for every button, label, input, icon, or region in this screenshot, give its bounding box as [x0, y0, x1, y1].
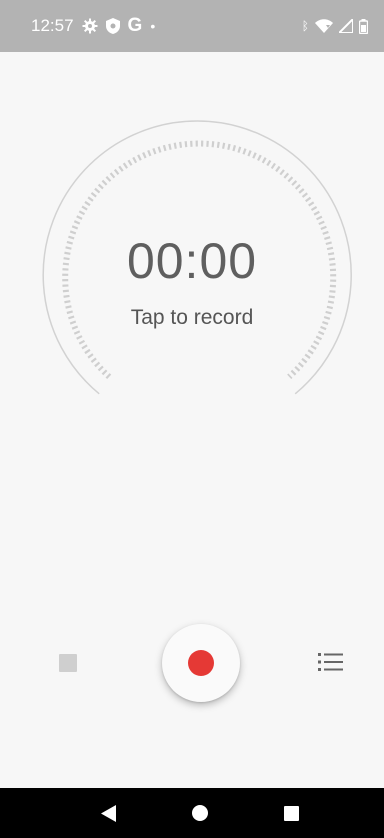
status-time: 12:57 [31, 16, 74, 35]
tap-to-record-hint: Tap to record [130, 306, 254, 329]
back-triangle-icon[interactable] [101, 805, 117, 822]
notification-dot-icon: • [150, 18, 156, 34]
signal-icon [339, 19, 353, 33]
recordings-list-icon [318, 653, 343, 671]
record-button[interactable] [162, 624, 240, 702]
google-g-icon: G [127, 15, 143, 36]
settings-gear-icon [82, 18, 98, 34]
bluetooth-icon: ᛒ [301, 19, 309, 33]
shield-icon [105, 18, 120, 34]
record-dot-icon [188, 650, 214, 676]
status-right: ᛒ [302, 0, 368, 52]
recordings-list-button[interactable] [318, 651, 344, 673]
recents-square-icon[interactable] [284, 806, 299, 821]
status-bar: 12:57 G • ᛒ [0, 0, 384, 52]
status-left: 12:57 G • [31, 0, 155, 52]
home-circle-icon[interactable] [192, 805, 208, 821]
stop-square-icon[interactable] [59, 654, 77, 672]
wifi-icon [315, 19, 333, 33]
battery-icon [359, 18, 368, 34]
elapsed-timer: 00:00 [126, 233, 258, 289]
navigation-bar [0, 788, 384, 838]
